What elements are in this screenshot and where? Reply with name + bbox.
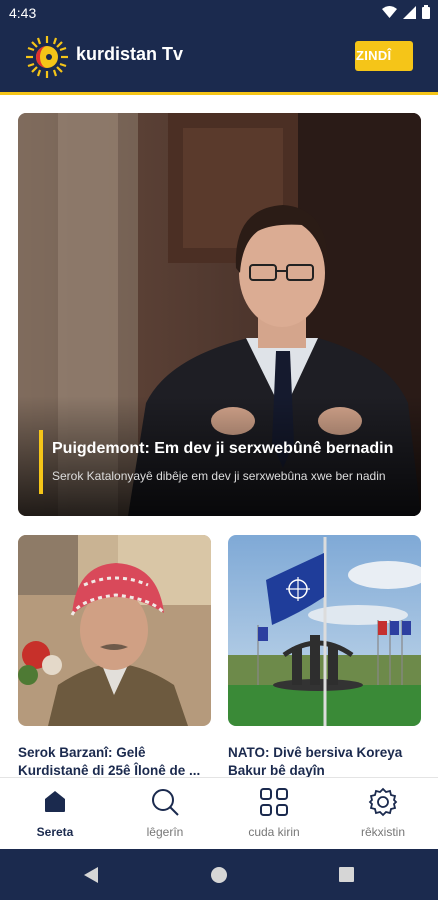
search-icon [152,789,179,816]
article-card[interactable]: NATO: Divê bersiva Koreya Bakur bê dayîn [228,535,421,777]
grid-icon [260,788,288,816]
gear-icon [368,787,398,817]
article-card-title: NATO: Divê bersiva Koreya Bakur bê dayîn [228,744,421,777]
article-card-title-line: Kurdistanê di 25ê Îlonê de ... [18,763,201,777]
hero-subtitle: Serok Katalonyayê dibêje em dev ji serxw… [52,469,386,483]
nav-label: Sereta [36,825,74,839]
nav-label: cuda kirin [248,825,300,839]
wifi-icon [382,5,397,18]
signal-icon [403,5,416,19]
nav-label: rêkxistin [360,825,405,839]
recents-icon[interactable] [339,867,354,882]
article-image-barzani [18,535,211,726]
status-time: 4:43 [9,5,37,21]
hero-title: Puigdemont: Em dev ji serxwebûnê bernadi… [52,440,394,457]
article-card-title: Serok Barzanî: Gelê Kurdistanê di 25ê Îl… [18,744,211,777]
nav-item-home[interactable]: Sereta [0,778,110,850]
status-bar: 4:43 [0,0,438,26]
live-button[interactable]: ZINDÎ [355,41,413,71]
nav-item-categories[interactable]: cuda kirin [219,778,329,850]
article-card-title-line: Serok Barzanî: Gelê [18,745,146,760]
bottom-nav: Sereta lêgerîn cuda kirin rêkxistin [0,777,438,849]
article-card-image [18,535,211,726]
nav-label: lêgerîn [146,825,184,839]
status-icons [382,5,430,19]
home-icon [45,791,65,812]
system-nav-bar [0,849,438,900]
app-title: kurdistan Tv [76,44,184,64]
news-feed[interactable]: Puigdemont: Em dev ji serxwebûnê bernadi… [0,95,438,777]
article-card[interactable]: Serok Barzanî: Gelê Kurdistanê di 25ê Îl… [18,535,211,777]
hero-article[interactable]: Puigdemont: Em dev ji serxwebûnê bernadi… [18,113,421,516]
article-image-nato [228,535,421,726]
battery-icon [422,5,430,19]
logo-icon [26,36,68,78]
home-nav-icon[interactable] [211,867,227,883]
live-button-label: ZINDÎ [356,48,392,63]
hero-accent-bar [39,430,43,494]
article-card-image [228,535,421,726]
nav-item-search[interactable]: lêgerîn [110,778,220,850]
back-icon[interactable] [84,867,98,883]
nav-item-settings[interactable]: rêkxistin [328,778,438,850]
article-card-title-line: Bakur bê dayîn [228,763,325,777]
article-card-title-line: NATO: Divê bersiva Koreya [228,745,403,760]
app-bar: kurdistan Tv ZINDÎ [0,26,438,92]
